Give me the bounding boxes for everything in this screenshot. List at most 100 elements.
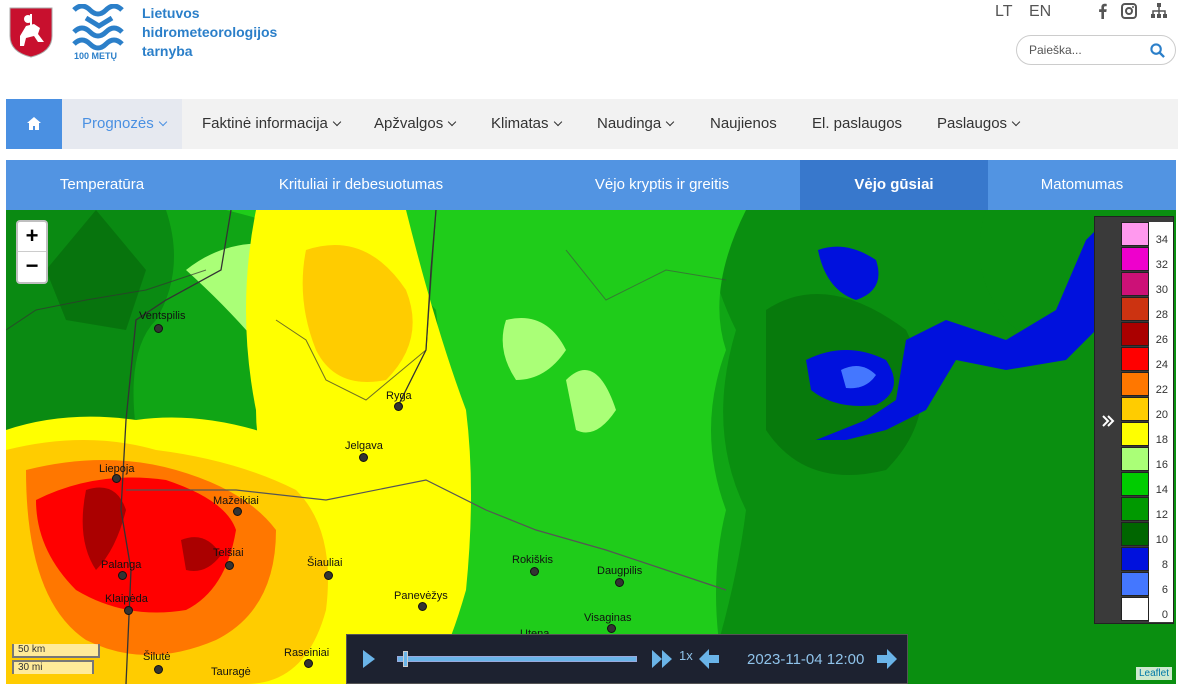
search-icon[interactable] [1150,43,1165,58]
legend-row: 12 [1121,497,1173,522]
scale-mi: 30 mi [12,660,94,674]
chevron-down-icon [665,117,675,127]
nav-label: Apžvalgos [374,115,444,132]
city-marker[interactable] [112,474,121,483]
nav-label: El. paslaugos [812,115,903,132]
nav-item-faktine-informacija[interactable]: Faktinė informacija [202,99,342,149]
city-marker[interactable] [124,606,133,615]
city-label: Klaipėda [105,593,148,605]
tab-vejo-gusiai[interactable]: Vėjo gūsiai [800,160,988,210]
zoom-in-button[interactable]: + [18,222,46,252]
city-marker[interactable] [304,659,313,668]
legend-row: 20 [1121,397,1173,422]
city-marker[interactable] [225,561,234,570]
city-marker[interactable] [154,324,163,333]
city-marker[interactable] [394,402,403,411]
brand-line-1: Lietuvos [142,5,200,21]
timeline-slider[interactable] [397,656,637,662]
step-back-icon[interactable] [697,648,721,670]
city-label: Daugpilis [597,565,643,577]
city-marker[interactable] [118,571,127,580]
zoom-control: + − [16,220,48,284]
chevron-down-icon [447,117,457,127]
legend-value: 14 [1149,472,1173,497]
city-marker[interactable] [324,571,333,580]
tab-matomumas[interactable]: Matomumas [988,160,1176,210]
zoom-out-button[interactable]: − [18,252,46,282]
legend-color-swatch [1121,522,1149,546]
nav-item-paslaugos[interactable]: Paslaugos [937,99,1021,149]
city-marker[interactable] [530,567,539,576]
legend-color-swatch [1121,222,1149,246]
nav-item-klimatas[interactable]: Klimatas [491,99,562,149]
legend-value: 30 [1149,272,1173,297]
legend-value: 18 [1149,422,1173,447]
city-label: Telšiai [213,547,244,559]
coat-of-arms-icon[interactable] [8,6,54,58]
lang-lt-link[interactable]: LT [995,3,1012,21]
legend-value: 28 [1149,297,1173,322]
forecast-tabs: Temperatūra Krituliai ir debesuotumas Vė… [6,160,1176,210]
legend-row: 6 [1121,572,1173,597]
search-input[interactable] [1029,42,1149,58]
legend-value: 0 [1149,597,1173,622]
city-label: Ventspilis [139,310,186,322]
brand-line-3: tarnyba [142,43,193,59]
city-marker[interactable] [418,602,427,611]
legend-color-swatch [1121,422,1149,446]
play-icon[interactable] [361,649,377,669]
instagram-icon[interactable] [1121,3,1137,19]
site-header: 100 METŲ Lietuvos hidrometeorologijos ta… [0,0,1179,99]
legend-row: 16 [1121,447,1173,472]
lang-en-link[interactable]: EN [1029,3,1051,21]
legend-color-swatch [1121,322,1149,346]
legend-color-swatch [1121,447,1149,471]
city-marker[interactable] [359,453,368,462]
legend-color-swatch [1121,347,1149,371]
city-label: Šilutė [143,651,171,663]
nav-item-prognozes[interactable]: Prognozės [62,99,182,149]
city-label: Raseiniai [284,647,330,659]
nav-item-el-paslaugos[interactable]: El. paslaugos [812,99,902,149]
nav-item-naujienos[interactable]: Naujienos [710,99,777,149]
sitemap-icon[interactable] [1151,3,1167,19]
facebook-icon[interactable] [1095,3,1111,19]
nav-item-naudinga[interactable]: Naudinga [597,99,675,149]
tab-krituliai[interactable]: Krituliai ir debesuotumas [198,160,524,210]
city-label: Palanga [101,559,142,571]
legend-color-swatch [1121,497,1149,521]
city-label: Rokiškis [512,554,553,566]
tab-vejo-kryptis[interactable]: Vėjo kryptis ir greitis [524,160,800,210]
nav-label: Naudinga [597,115,662,132]
legend-color-swatch [1121,372,1149,396]
chevron-down-icon [553,117,562,127]
nav-item-apzvalgos[interactable]: Apžvalgos [374,99,457,149]
city-marker[interactable] [607,624,616,633]
fast-forward-icon[interactable] [651,649,673,669]
step-forward-icon[interactable] [875,648,899,670]
timeline-datetime: 2023-11-04 12:00 [747,651,865,668]
leaflet-attribution[interactable]: Leaflet [1135,667,1172,680]
city-label: Mažeikiai [213,495,259,507]
playback-speed[interactable]: 1x [679,648,693,663]
city-label: Ryga [386,390,412,402]
home-button[interactable] [6,99,62,149]
brand-name[interactable]: Lietuvos hidrometeorologijos tarnyba [142,4,277,61]
legend-row: 18 [1121,422,1173,447]
wind-gust-map[interactable]: Ventspilis Ryga Jelgava Liepoja Mažeikia… [6,210,1176,684]
nav-label: Paslaugos [937,115,1008,132]
legend-color-swatch [1121,547,1149,571]
city-label: Šiauliai [307,557,343,569]
city-marker[interactable] [233,507,242,516]
city-marker[interactable] [154,665,163,674]
double-chevron-right-icon[interactable] [1101,413,1115,429]
legend-color-swatch [1121,397,1149,421]
legend-color-swatch [1121,247,1149,271]
chevron-down-icon [332,117,342,127]
tab-temperatura[interactable]: Temperatūra [6,160,198,210]
search-box[interactable] [1016,35,1176,65]
nav-label: Prognozės [82,115,154,132]
home-icon [27,117,41,130]
city-marker[interactable] [615,578,624,587]
timeline-slider-handle[interactable] [403,651,408,667]
